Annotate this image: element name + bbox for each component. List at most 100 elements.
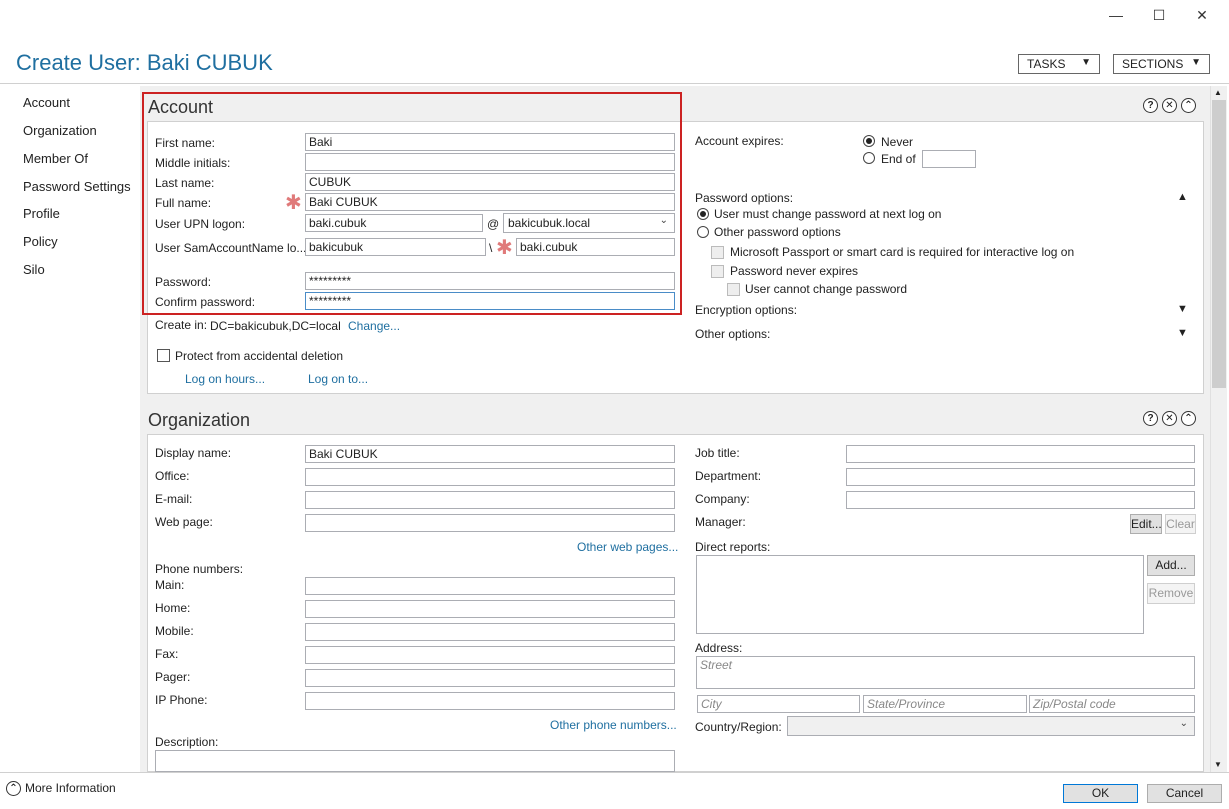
- end-of-date-input[interactable]: [922, 150, 976, 168]
- department-label: Department:: [695, 469, 762, 483]
- account-expires-label: Account expires:: [695, 134, 784, 148]
- smartcard-checkbox[interactable]: [711, 246, 724, 259]
- display-name-label: Display name:: [155, 446, 232, 460]
- company-label: Company:: [695, 492, 750, 506]
- help-icon[interactable]: ?: [1143, 411, 1158, 426]
- minimize-button[interactable]: —: [1102, 4, 1130, 26]
- ok-button[interactable]: OK: [1063, 784, 1138, 803]
- direct-reports-label: Direct reports:: [695, 540, 771, 554]
- phone-numbers-label: Phone numbers:: [155, 562, 244, 576]
- header-divider: [0, 83, 1229, 84]
- sections-label: SECTIONS: [1122, 57, 1184, 71]
- ip-phone-input[interactable]: [305, 692, 675, 710]
- state-input[interactable]: State/Province: [863, 695, 1027, 713]
- cancel-button[interactable]: Cancel: [1147, 784, 1222, 803]
- web-page-input[interactable]: [305, 514, 675, 532]
- street-input[interactable]: Street: [696, 656, 1195, 689]
- smartcard-label: Microsoft Passport or smart card is requ…: [730, 245, 1075, 259]
- maximize-button[interactable]: ☐: [1145, 4, 1173, 26]
- expand-triangle-icon[interactable]: ▼: [1177, 327, 1188, 339]
- job-title-input[interactable]: [846, 445, 1195, 463]
- pager-label: Pager:: [155, 670, 191, 684]
- collapse-icon[interactable]: ⌃: [1181, 411, 1196, 426]
- remove-report-button[interactable]: Remove: [1147, 583, 1195, 604]
- must-change-radio[interactable]: [697, 208, 709, 220]
- company-input[interactable]: [846, 491, 1195, 509]
- chevron-down-icon: ⌄: [1179, 718, 1188, 729]
- collapse-icon[interactable]: ⌃: [1181, 98, 1196, 113]
- end-of-radio[interactable]: [863, 152, 875, 164]
- tasks-dropdown[interactable]: TASKS ▼: [1018, 54, 1100, 74]
- manager-clear-button[interactable]: Clear: [1165, 514, 1196, 534]
- expand-triangle-icon[interactable]: ▼: [1177, 303, 1188, 315]
- home-phone-input[interactable]: [305, 600, 675, 618]
- other-phone-numbers-link[interactable]: Other phone numbers...: [550, 718, 677, 732]
- sidebar-item-policy[interactable]: Policy: [23, 234, 58, 249]
- main-phone-input[interactable]: [305, 577, 675, 595]
- other-web-pages-link[interactable]: Other web pages...: [577, 540, 678, 554]
- cannot-change-checkbox[interactable]: [727, 283, 740, 296]
- sidebar-item-account[interactable]: Account: [23, 95, 70, 110]
- organization-section-title: Organization: [148, 410, 251, 430]
- manager-edit-button[interactable]: Edit...: [1130, 514, 1162, 534]
- direct-reports-list[interactable]: [696, 555, 1144, 634]
- web-page-label: Web page:: [155, 515, 213, 529]
- sidebar-item-silo[interactable]: Silo: [23, 262, 45, 277]
- fax-input[interactable]: [305, 646, 675, 664]
- other-password-radio[interactable]: [697, 226, 709, 238]
- close-section-icon[interactable]: ✕: [1162, 411, 1177, 426]
- never-expires-checkbox[interactable]: [711, 265, 724, 278]
- scrollbar-thumb[interactable]: [1212, 100, 1226, 388]
- email-label: E-mail:: [155, 492, 193, 506]
- protect-deletion-label: Protect from accidental deletion: [175, 349, 344, 363]
- fax-label: Fax:: [155, 647, 179, 661]
- create-in-label: Create in:: [155, 318, 208, 332]
- collapse-triangle-icon[interactable]: ▲: [1177, 191, 1188, 203]
- sections-dropdown[interactable]: SECTIONS ▼: [1113, 54, 1210, 74]
- pager-input[interactable]: [305, 669, 675, 687]
- department-input[interactable]: [846, 468, 1195, 486]
- highlight-box: [142, 92, 682, 315]
- email-input[interactable]: [305, 491, 675, 509]
- job-title-label: Job title:: [695, 446, 740, 460]
- add-report-button[interactable]: Add...: [1147, 555, 1195, 576]
- country-select[interactable]: ⌄: [787, 716, 1195, 736]
- password-options-label: Password options:: [695, 191, 794, 205]
- must-change-label: User must change password at next log on: [714, 207, 942, 221]
- country-label: Country/Region:: [695, 720, 782, 734]
- display-name-input[interactable]: Baki CUBUK: [305, 445, 675, 463]
- ip-phone-label: IP Phone:: [155, 693, 208, 707]
- city-input[interactable]: City: [697, 695, 860, 713]
- description-label: Description:: [155, 735, 219, 749]
- office-label: Office:: [155, 469, 190, 483]
- logon-to-link[interactable]: Log on to...: [308, 372, 368, 386]
- description-input[interactable]: [155, 750, 675, 772]
- cannot-change-label: User cannot change password: [745, 282, 908, 296]
- sidebar-item-profile[interactable]: Profile: [23, 206, 60, 221]
- help-icon[interactable]: ?: [1143, 98, 1158, 113]
- scroll-down-icon[interactable]: ▼: [1214, 760, 1222, 769]
- scroll-up-icon[interactable]: ▲: [1214, 88, 1222, 97]
- address-label: Address:: [695, 641, 743, 655]
- protect-deletion-checkbox[interactable]: [157, 349, 170, 362]
- close-section-icon[interactable]: ✕: [1162, 98, 1177, 113]
- expand-up-icon[interactable]: ⌃: [6, 781, 21, 796]
- more-information-label[interactable]: More Information: [25, 781, 116, 795]
- caret-down-icon: ▼: [1191, 57, 1201, 68]
- create-in-value: DC=bakicubuk,DC=local: [210, 319, 341, 333]
- never-label: Never: [881, 135, 914, 149]
- logon-hours-link[interactable]: Log on hours...: [185, 372, 265, 386]
- change-link[interactable]: Change...: [348, 319, 400, 333]
- never-radio[interactable]: [863, 135, 875, 147]
- sidebar-item-password-settings[interactable]: Password Settings: [23, 179, 131, 194]
- zip-input[interactable]: Zip/Postal code: [1029, 695, 1195, 713]
- sidebar-item-organization[interactable]: Organization: [23, 123, 97, 138]
- other-password-label: Other password options: [714, 225, 841, 239]
- end-of-label: End of: [881, 152, 916, 166]
- sidebar-item-member-of[interactable]: Member Of: [23, 151, 88, 166]
- mobile-phone-input[interactable]: [305, 623, 675, 641]
- office-input[interactable]: [305, 468, 675, 486]
- close-window-button[interactable]: ✕: [1188, 4, 1216, 26]
- main-phone-label: Main:: [155, 578, 185, 592]
- tasks-label: TASKS: [1027, 57, 1066, 71]
